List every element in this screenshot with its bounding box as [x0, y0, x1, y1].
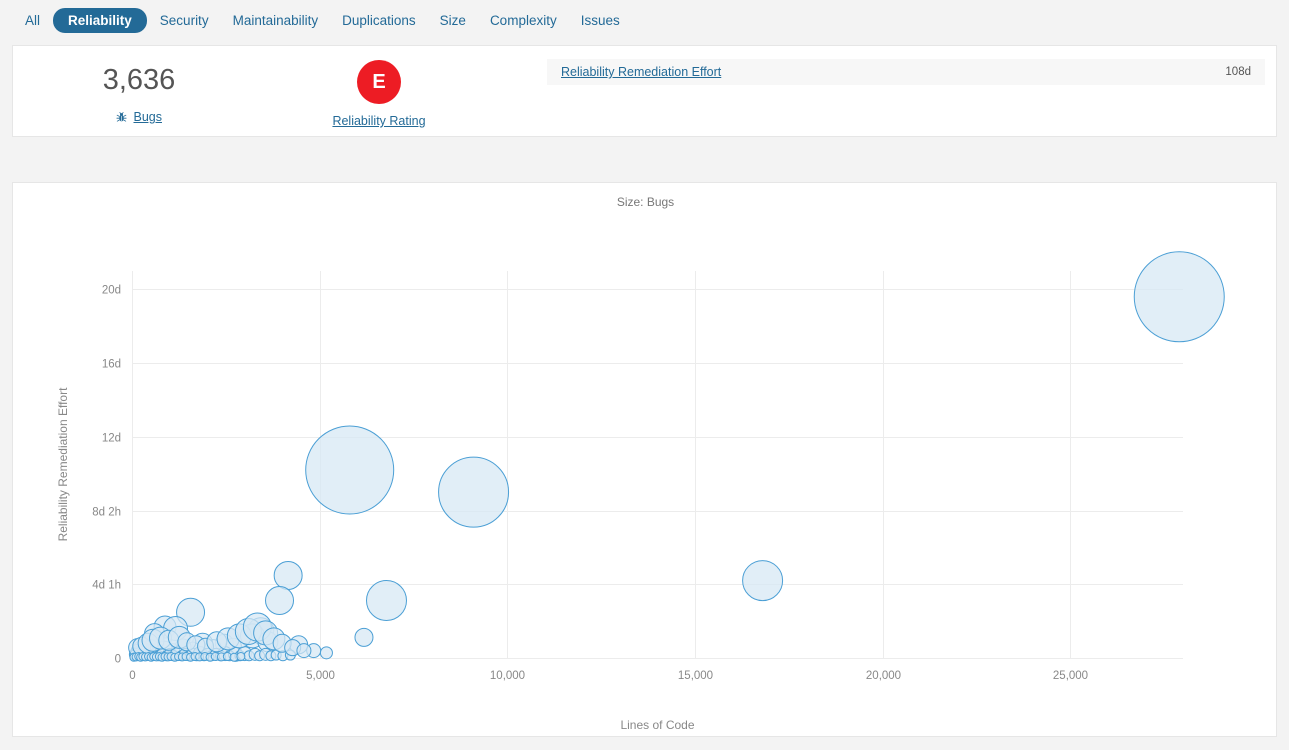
measure-bugs: 3,636 Bugs: [61, 60, 217, 126]
y-tick-label: 4d 1h: [92, 580, 121, 592]
tab-duplications[interactable]: Duplications: [331, 8, 427, 33]
y-tick-label: 12d: [102, 433, 121, 445]
bubble-point[interactable]: [306, 426, 394, 514]
x-tick-label: 15,000: [678, 670, 713, 682]
bugs-value: 3,636: [61, 60, 217, 100]
y-tick-label: 20d: [102, 285, 121, 297]
y-tick-label: 16d: [102, 359, 121, 371]
tab-all[interactable]: All: [14, 8, 51, 33]
bugs-link[interactable]: Bugs: [133, 110, 162, 124]
reliability-rating-link[interactable]: Reliability Rating: [332, 114, 425, 128]
tab-complexity[interactable]: Complexity: [479, 8, 568, 33]
x-axis-title: Lines of Code: [620, 718, 694, 732]
bubble-chart-card: Size: Bugs 0 4d 1h 8d 2h 12d 16d 20d 0 5,000 10,…: [12, 182, 1277, 737]
bubble-point[interactable]: [366, 581, 406, 621]
bubble-point[interactable]: [237, 653, 245, 661]
bubble-point[interactable]: [355, 628, 373, 646]
x-tick-label: 5,000: [306, 670, 335, 682]
tab-reliability[interactable]: Reliability: [53, 8, 147, 33]
x-tick-label: 25,000: [1053, 670, 1088, 682]
remediation-effort-link[interactable]: Reliability Remediation Effort: [561, 65, 721, 79]
bubble-point[interactable]: [266, 587, 294, 615]
tab-size[interactable]: Size: [429, 8, 477, 33]
measure-reliability-rating: E Reliability Rating: [299, 60, 459, 130]
bug-icon: [116, 112, 127, 123]
bubble-point[interactable]: [439, 457, 509, 527]
y-axis-title: Reliability Remediation Effort: [56, 387, 70, 542]
bugs-label-row: Bugs: [61, 108, 217, 126]
chart-size-legend: Size: Bugs: [13, 195, 1278, 209]
x-tick-label: 20,000: [866, 670, 901, 682]
reliability-overview-page: AllReliabilitySecurityMaintainabilityDup…: [0, 0, 1289, 750]
reliability-rating-badge: E: [357, 60, 401, 104]
bubble-point[interactable]: [297, 644, 311, 658]
measures-card: 3,636 Bugs E Reliability Rating: [12, 45, 1277, 137]
bubble-point[interactable]: [320, 647, 332, 659]
bubble-point[interactable]: [274, 561, 302, 589]
tab-security[interactable]: Security: [149, 8, 220, 33]
remediation-effort-row[interactable]: Reliability Remediation Effort 108d: [547, 59, 1265, 85]
x-tick-label: 10,000: [490, 670, 525, 682]
remediation-effort-value: 108d: [1225, 66, 1251, 78]
y-tick-label: 8d 2h: [92, 507, 121, 519]
metric-domain-tabbar: AllReliabilitySecurityMaintainabilityDup…: [0, 0, 1289, 41]
bubble-point[interactable]: [743, 561, 783, 601]
bubble-series: [129, 252, 1225, 662]
tab-maintainability[interactable]: Maintainability: [222, 8, 330, 33]
tab-issues[interactable]: Issues: [570, 8, 631, 33]
bubble-point[interactable]: [1134, 252, 1224, 342]
bubble-chart[interactable]: 0 4d 1h 8d 2h 12d 16d 20d 0 5,000 10,000 15,000 20…: [13, 183, 1276, 736]
y-tick-label: 0: [115, 654, 121, 666]
x-tick-label: 0: [129, 670, 135, 682]
reliability-rating-label-row: Reliability Rating: [299, 112, 459, 130]
